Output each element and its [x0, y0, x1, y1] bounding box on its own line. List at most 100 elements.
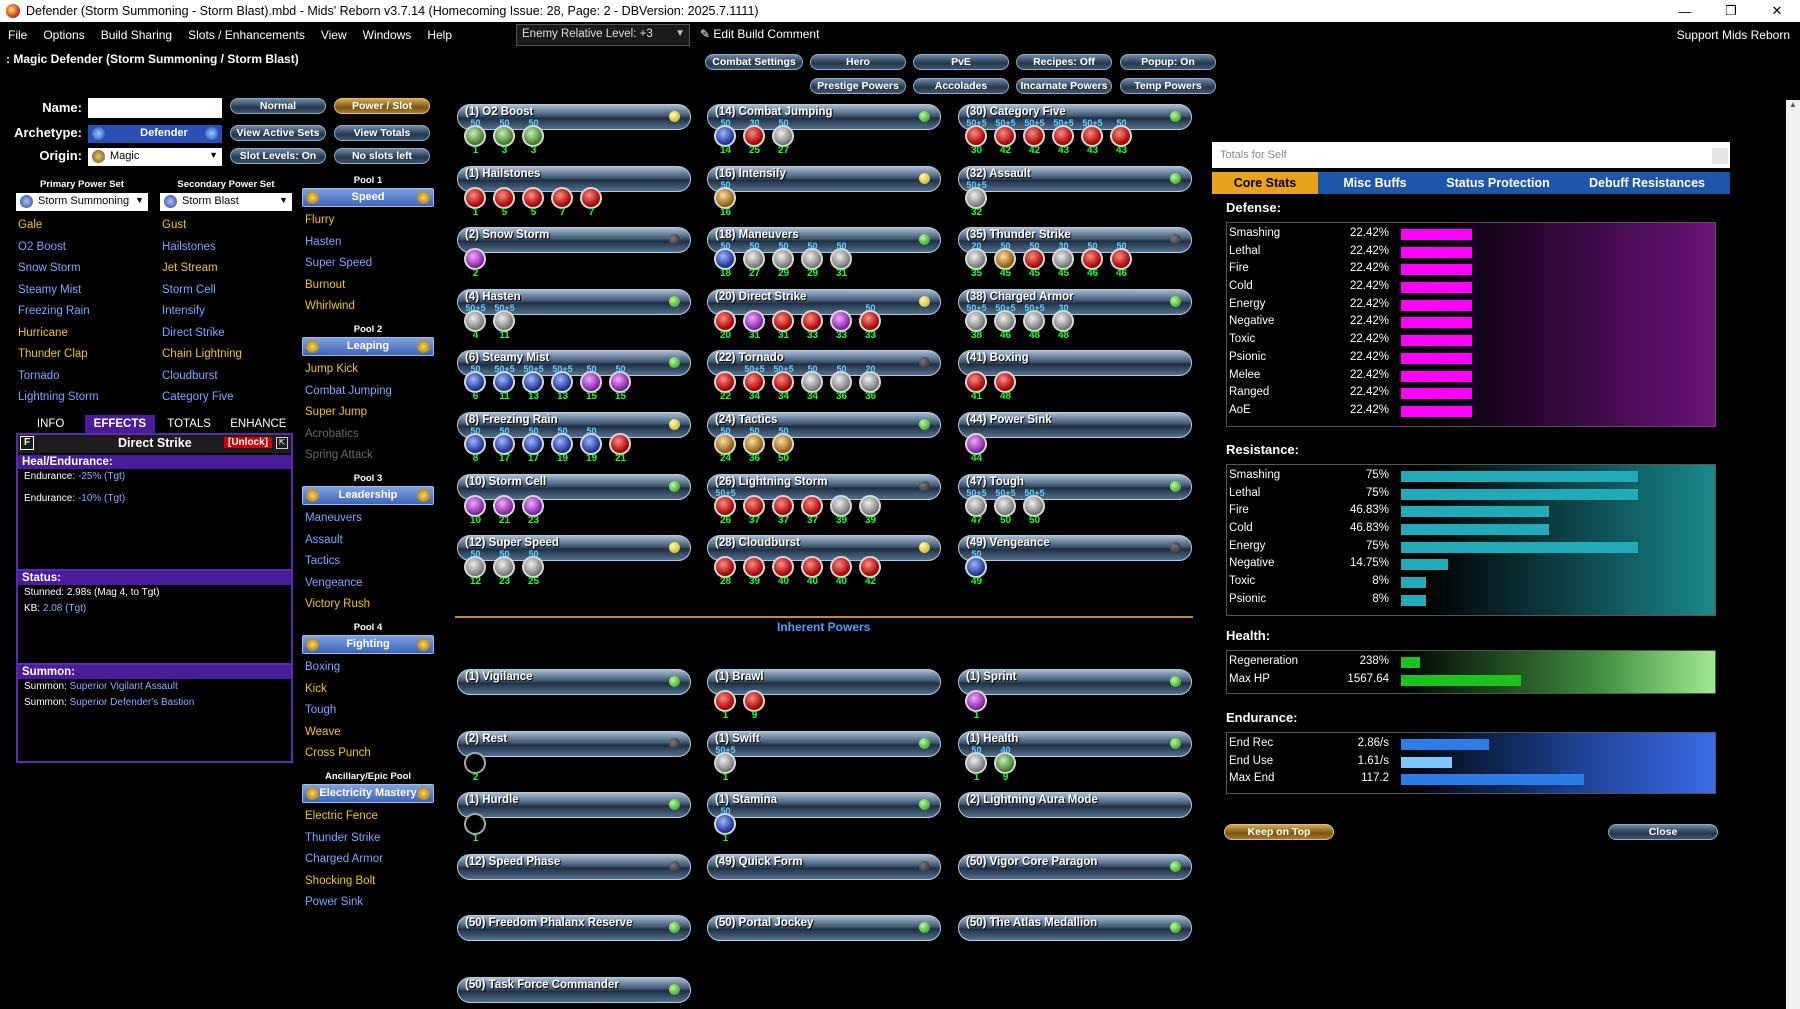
enhancement-slot[interactable]: 50 18	[713, 241, 738, 279]
power-toggle-icon[interactable]	[919, 234, 930, 245]
pool-power-item[interactable]: Weave	[305, 722, 435, 744]
power-slot-button[interactable]: (22) Tornado 22 50+5 34 50+5 34 50 34 50 36 20 36	[707, 348, 943, 406]
power-slot-button[interactable]: (20) Direct Strike 20 31 31 33 33 50 33	[707, 287, 943, 345]
enhancement-slot[interactable]: 50 36	[742, 426, 767, 464]
power-slot-button[interactable]: (1) Sprint 1	[958, 667, 1194, 725]
power-slot-button[interactable]: (50) The Atlas Medallion	[958, 913, 1194, 971]
enhancement-slot[interactable]: 50+5 11	[492, 303, 517, 341]
power-toggle-icon[interactable]	[919, 173, 930, 184]
enhancement-slot[interactable]: 50+5 34	[742, 364, 767, 402]
keep-on-top-button[interactable]: Keep on Top	[1224, 824, 1334, 840]
enhancement-slot[interactable]: 50 15	[608, 364, 633, 402]
power-slot-button[interactable]: (32) Assault 50+5 32	[958, 164, 1194, 222]
power-set-item[interactable]: Direct Strike	[162, 323, 292, 345]
enhancement-slot[interactable]: 31	[771, 307, 796, 341]
pool-power-item[interactable]: Spring Attack	[305, 445, 435, 467]
enhancement-slot[interactable]: 21	[608, 430, 633, 464]
vertical-scrollbar[interactable]: ▲	[1786, 100, 1800, 1009]
enhancement-slot[interactable]: 50 29	[800, 241, 825, 279]
power-slot-button[interactable]: (1) Health 50 1 40 9	[958, 729, 1194, 787]
enhancement-slot[interactable]: 50+5 13	[550, 364, 575, 402]
pool-power-item[interactable]: Tactics	[305, 551, 435, 573]
close-window-button[interactable]: ✕	[1754, 0, 1800, 22]
enhancement-slot[interactable]: 50 19	[550, 426, 575, 464]
enhancement-slot[interactable]: 44	[964, 430, 989, 464]
pool-power-item[interactable]: Jump Kick	[305, 359, 435, 381]
power-toggle-icon[interactable]	[919, 296, 930, 307]
power-set-item[interactable]: Chain Lightning	[162, 344, 292, 366]
power-toggle-icon[interactable]	[669, 676, 680, 687]
enhancement-slot[interactable]: 50 19	[579, 426, 604, 464]
power-toggle-icon[interactable]	[669, 922, 680, 933]
power-set-item[interactable]: Thunder Clap	[18, 344, 148, 366]
enhancement-slot[interactable]: 50 1	[463, 118, 488, 156]
enhancement-slot[interactable]: 1	[463, 184, 488, 218]
secondary-set-select[interactable]: Storm Blast ▼	[160, 193, 292, 211]
power-toggle-icon[interactable]	[669, 984, 680, 995]
power-toggle-icon[interactable]	[1170, 861, 1181, 872]
power-toggle-icon[interactable]	[919, 481, 930, 492]
menu-windows[interactable]: Windows	[355, 28, 420, 42]
enemy-level-select[interactable]: Enemy Relative Level: +3 ▼	[516, 24, 690, 46]
pool-power-item[interactable]: Combat Jumping	[305, 381, 435, 403]
power-toggle-icon[interactable]	[669, 861, 680, 872]
power-set-item[interactable]: Hurricane	[18, 323, 148, 345]
enhancement-slot[interactable]: 42	[858, 553, 883, 587]
power-slot-button[interactable]: (24) Tactics 50 24 50 36 50 50	[707, 410, 943, 468]
power-set-item[interactable]: Gust	[162, 215, 292, 237]
enhancement-slot[interactable]: 50 27	[742, 241, 767, 279]
enhancement-slot[interactable]: 50+5 13	[521, 364, 546, 402]
enhancement-slot[interactable]: 37	[800, 492, 825, 526]
totals-close-icon[interactable]	[1712, 148, 1728, 164]
enhancement-slot[interactable]: 50+5 42	[1022, 118, 1047, 156]
enhancement-slot[interactable]: 50 49	[964, 549, 989, 587]
power-toggle-icon[interactable]	[919, 111, 930, 122]
enhancement-slot[interactable]: 50 16	[713, 180, 738, 218]
archetype-select[interactable]: Defender	[88, 125, 222, 143]
enhancement-slot[interactable]: 2	[463, 749, 488, 783]
power-slot-mode-button[interactable]: Power / Slot	[334, 98, 430, 114]
enhancement-slot[interactable]: 41	[964, 368, 989, 402]
normal-mode-button[interactable]: Normal	[230, 98, 326, 114]
tab-status-protection[interactable]: Status Protection	[1432, 172, 1564, 194]
enhancement-slot[interactable]: 50 8	[463, 426, 488, 464]
enhancement-slot[interactable]: 37	[742, 492, 767, 526]
scroll-up-icon[interactable]: ▲	[1786, 100, 1800, 109]
pool-power-item[interactable]: Charged Armor	[305, 849, 435, 871]
pool-power-item[interactable]: Tough	[305, 700, 435, 722]
enhancement-slot[interactable]: 50+5 38	[964, 303, 989, 341]
temp-powers-button[interactable]: Temp Powers	[1120, 78, 1216, 94]
tab-totals[interactable]: TOTALS	[155, 415, 224, 433]
enhancement-slot[interactable]: 50 3	[521, 118, 546, 156]
power-slot-button[interactable]: (4) Hasten 50+5 4 50+5 11	[457, 287, 693, 345]
power-slot-button[interactable]: (1) Hurdle 1	[457, 790, 693, 848]
combat-settings-button[interactable]: Combat Settings	[705, 54, 803, 70]
pool-power-item[interactable]: Super Speed	[305, 253, 435, 275]
power-toggle-icon[interactable]	[919, 542, 930, 553]
enhancement-slot[interactable]: 50 27	[771, 118, 796, 156]
power-set-item[interactable]: Jet Stream	[162, 258, 292, 280]
power-slot-button[interactable]: (35) Thunder Strike 20 35 50 45 50 45 30 45 50 46 5…	[958, 225, 1194, 283]
menu-options[interactable]: Options	[35, 28, 92, 42]
enhancement-slot[interactable]: 50+5 43	[1051, 118, 1076, 156]
power-slot-button[interactable]: (8) Freezing Rain 50 8 50 17 50 17 50 19 50 19 21	[457, 410, 693, 468]
power-set-item[interactable]: Cloudburst	[162, 366, 292, 388]
pool-select[interactable]: Electricity Mastery	[302, 784, 434, 803]
pool-power-item[interactable]: Whirlwind	[305, 296, 435, 318]
enhancement-slot[interactable]: 50 33	[858, 303, 883, 341]
power-toggle-icon[interactable]	[919, 799, 930, 810]
prestige-powers-button[interactable]: Prestige Powers	[810, 78, 906, 94]
enhancement-slot[interactable]: 50 24	[713, 426, 738, 464]
power-slot-button[interactable]: (1) O2 Boost 50 1 50 3 50 3	[457, 102, 693, 160]
power-toggle-icon[interactable]	[919, 419, 930, 430]
power-toggle-icon[interactable]	[1170, 296, 1181, 307]
pool-power-item[interactable]: Cross Punch	[305, 743, 435, 765]
enhancement-slot[interactable]: 23	[521, 492, 546, 526]
enhancement-slot[interactable]: 50 45	[1022, 241, 1047, 279]
power-slot-button[interactable]: (2) Snow Storm 2	[457, 225, 693, 283]
pool-power-item[interactable]: Maneuvers	[305, 508, 435, 530]
enhancement-slot[interactable]: 33	[800, 307, 825, 341]
power-toggle-icon[interactable]	[1170, 676, 1181, 687]
enhancement-slot[interactable]: 50 29	[771, 241, 796, 279]
power-set-item[interactable]: Storm Cell	[162, 280, 292, 302]
